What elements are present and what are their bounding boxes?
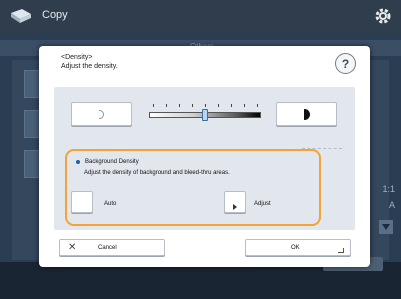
darker-button[interactable] [276,102,337,126]
slider-tick [205,104,206,107]
ok-label: OK [291,245,300,251]
scroll-down-icon [379,220,393,234]
lighter-button[interactable] [71,102,132,126]
slider-tick [257,104,258,107]
light-half-circle-icon [99,110,104,119]
dialog-subtitle: Adjust the density. [61,63,118,70]
slider-tick [244,104,245,107]
slider-tick [192,104,193,107]
slider-knob[interactable] [202,109,208,121]
background-density-description: Adjust the density of background and ble… [84,170,230,176]
app-header: Copy [0,0,401,33]
ok-button[interactable]: OK [245,239,351,256]
dark-half-circle-icon [304,109,310,120]
slider-tick [231,104,232,107]
density-slider[interactable] [149,97,261,127]
slider-tick [218,104,219,107]
cancel-label: Cancel [98,245,117,251]
copy-icon [11,9,31,23]
slider-tick [166,104,167,107]
auto-label: Auto [104,201,117,207]
adjust-label: Adjust [254,201,271,207]
dialog-title: <Density> [61,54,93,61]
cancel-button[interactable]: ✕ Cancel [59,239,165,256]
dialog-heading: <Density> Adjust the density. [61,53,118,71]
enter-icon [338,248,344,253]
density-settings-panel: Background Density Adjust the density of… [54,87,355,230]
background-density-heading: Background Density [76,159,139,165]
app-title: Copy [42,9,68,21]
bullet-icon [76,160,80,164]
slider-tick [179,104,180,107]
slider-ticks [149,104,261,108]
background-density-title: Background Density [85,159,139,165]
close-icon: ✕ [68,242,77,253]
background-ratio-label: 1:1 [382,184,395,194]
background-density-section: Background Density Adjust the density of… [65,149,321,226]
density-dialog: <Density> Adjust the density. ? Backgrou… [39,46,370,267]
help-button[interactable]: ? [335,53,356,74]
auto-button[interactable] [71,191,93,213]
adjust-button[interactable] [224,191,246,213]
background-paper-label: A [388,200,395,210]
arrow-right-icon [233,204,237,210]
slider-tick [153,104,154,107]
gear-icon[interactable] [373,6,393,26]
